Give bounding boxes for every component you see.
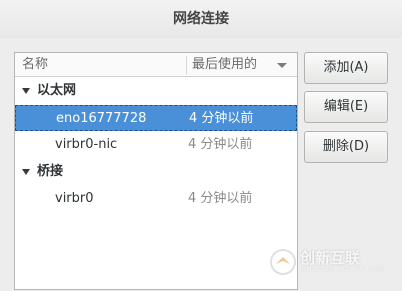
connection-row[interactable]: eno16777728 4 分钟以前 [15,105,297,131]
connection-name: virbr0 [55,191,94,206]
connection-row[interactable]: virbr0-nic 4 分钟以前 [15,132,297,158]
watermark-logo-icon [270,249,296,275]
connection-name: eno16777728 [56,111,147,126]
add-button[interactable]: 添加(A) [304,52,388,84]
group-label: 桥接 [37,164,64,179]
expander-down-icon[interactable] [22,169,30,175]
delete-button[interactable]: 删除(D) [304,131,388,163]
column-divider[interactable] [186,56,187,74]
list-header: 名称 最后使用的 [15,53,297,77]
group-label: 以太网 [37,83,77,98]
connection-list[interactable]: 名称 最后使用的 以太网 eno16777728 4 分钟以前 virbr0-n… [14,52,298,290]
group-row-ethernet[interactable]: 以太网 [15,78,297,104]
connection-last-used: 4 分钟以前 [188,191,253,206]
watermark: 创新互联 CHUANG XIN HU LIAN [270,246,400,276]
watermark-subtext: CHUANG XIN HU LIAN [301,265,386,273]
connection-last-used: 4 分钟以前 [188,137,253,152]
dialog-title: 网络连接 [0,0,402,38]
sort-descending-icon[interactable] [277,63,287,68]
expander-down-icon[interactable] [22,88,30,94]
column-header-name[interactable]: 名称 [22,53,182,77]
connection-last-used: 4 分钟以前 [189,111,254,126]
group-row-bridge[interactable]: 桥接 [15,159,297,185]
network-connections-dialog: 网络连接 名称 最后使用的 以太网 eno16777728 4 分钟以前 vir… [0,0,402,291]
connection-row[interactable]: virbr0 4 分钟以前 [15,186,297,212]
edit-button[interactable]: 编辑(E) [304,91,388,123]
connection-name: virbr0-nic [55,137,118,152]
